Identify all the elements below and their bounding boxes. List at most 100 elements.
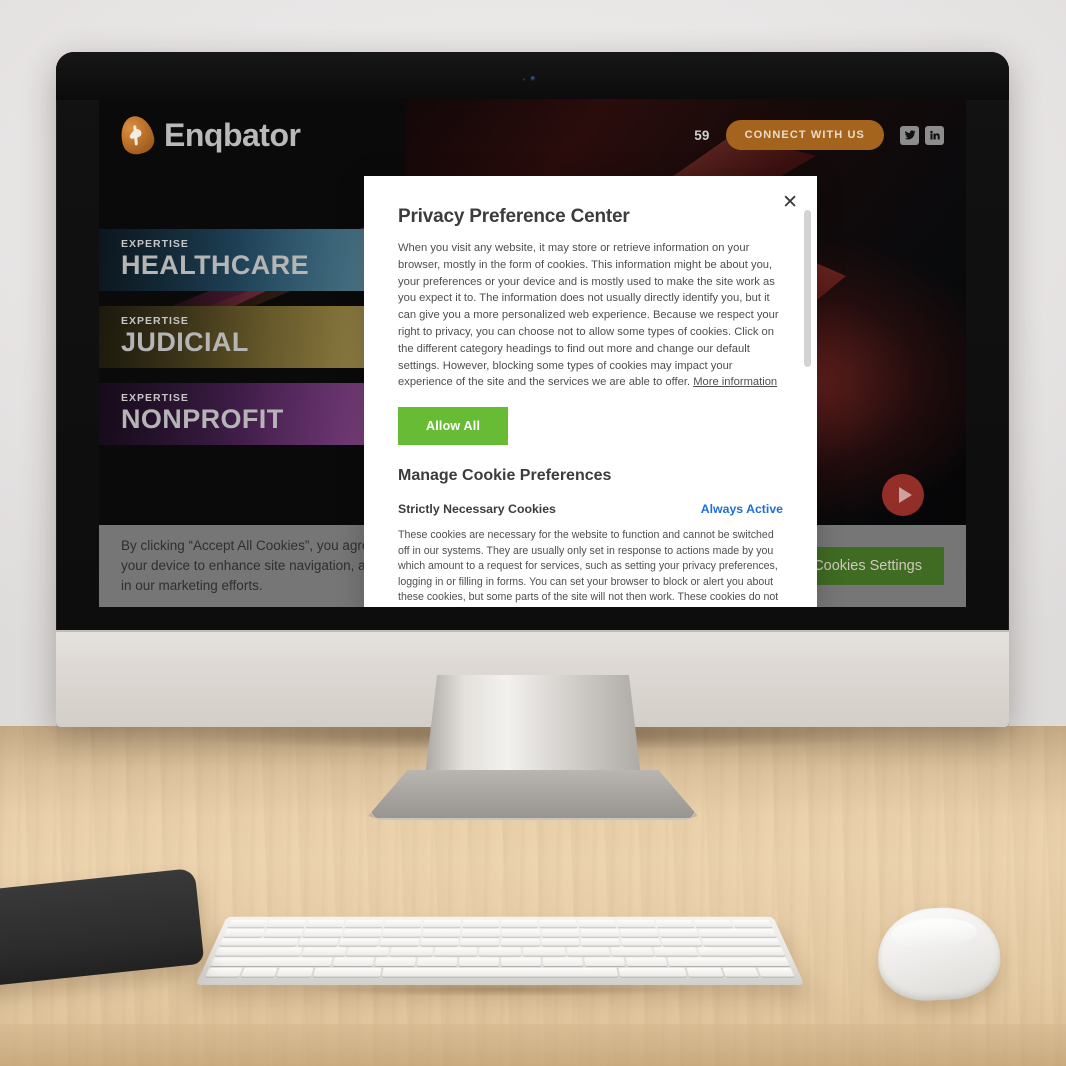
keyboard-key: [374, 957, 416, 967]
manage-cookie-preferences-heading: Manage Cookie Preferences: [398, 467, 612, 485]
keyboard-key-option: [276, 967, 314, 977]
keyboard-key: [345, 947, 390, 956]
keyboard-key: [542, 957, 584, 967]
header-phone-number[interactable]: 59: [694, 128, 709, 143]
keyboard-key: [478, 947, 522, 956]
keyboard-key: [223, 928, 265, 937]
keyboard-key: [584, 957, 626, 967]
site-logo[interactable]: Enqbator: [116, 112, 301, 158]
keyboard-key: [522, 947, 566, 956]
keyboard-key: [419, 938, 460, 947]
keyboard-keys: [205, 919, 795, 977]
keyboard-key-option-right: [686, 967, 724, 977]
expertise-card-nonprofit[interactable]: EXPERTISE NONPROFIT: [99, 383, 409, 445]
keyboard-key-space: [382, 967, 618, 977]
keyboard-key-command: [312, 967, 382, 977]
keyboard-row: [227, 919, 773, 928]
keyboard-key: [305, 919, 345, 928]
keyboard-key: [422, 928, 461, 937]
keyboard-key: [541, 938, 581, 947]
keyboard-key-arrow-right: [757, 967, 795, 977]
site-header: Enqbator 59 CONNECT WITH US: [99, 99, 966, 171]
expertise-card-healthcare[interactable]: EXPERTISE HEALTHCARE: [99, 229, 409, 291]
modal-scrollbar[interactable]: [804, 210, 811, 600]
cookie-category-header[interactable]: Strictly Necessary Cookies Always Active: [398, 499, 783, 519]
keyboard-key-caps: [214, 947, 303, 956]
keyboard-key: [416, 957, 458, 967]
keyboard-key: [577, 919, 617, 928]
always-active-status: Always Active: [700, 502, 783, 517]
keyboard-key-command-right: [618, 967, 688, 977]
keyboard-key-arrows: [722, 967, 759, 977]
keyboard-key: [434, 947, 478, 956]
keyboard-row: [219, 938, 781, 947]
keyboard-key: [379, 938, 420, 947]
modal-body: Privacy Preference Center When you visit…: [364, 176, 817, 607]
keyboard-key: [655, 919, 695, 928]
allow-all-button[interactable]: Allow All: [398, 407, 509, 446]
keyboard-key-tab: [219, 938, 299, 947]
social-links: [900, 125, 944, 145]
play-video-button[interactable]: [882, 474, 924, 516]
keyboard-key-shift-right: [667, 957, 790, 967]
keyboard-key-enter: [701, 938, 781, 947]
keyboard-key: [581, 938, 621, 947]
desktop-scene: Enqbator 59 CONNECT WITH US EXPERTISE HE…: [0, 0, 1066, 1066]
keyboard-key: [500, 919, 539, 928]
keyboard-key: [501, 928, 540, 937]
keyboard-key: [541, 928, 580, 937]
expertise-card-list: EXPERTISE HEALTHCARE EXPERTISE JUDICIAL …: [99, 229, 409, 460]
keyboard-key: [263, 928, 304, 937]
cookie-category-description: These cookies are necessary for the webs…: [398, 529, 779, 607]
linkedin-icon[interactable]: [925, 125, 944, 145]
keyboard-key: [654, 947, 699, 956]
keyboard-key-control: [241, 967, 278, 977]
keyboard[interactable]: [195, 916, 805, 985]
keyboard-row: [223, 928, 777, 937]
keyboard-key: [566, 947, 610, 956]
keyboard-key-return: [697, 947, 786, 956]
keyboard-key: [539, 919, 578, 928]
keyboard-key: [659, 928, 699, 937]
keyboard-key: [625, 957, 668, 967]
keyboard-key: [580, 928, 620, 937]
keyboard-row: [214, 947, 786, 956]
privacy-preference-center-modal: ✕ Privacy Preference Center When you vis…: [364, 176, 817, 607]
keyboard-key: [461, 919, 500, 928]
modal-intro-body: When you visit any website, it may store…: [398, 242, 779, 389]
monitor-stand-base: [368, 770, 698, 820]
keyboard-row: [210, 957, 790, 967]
keyboard-key: [462, 928, 501, 937]
desk-front-edge: [0, 1024, 1066, 1066]
keyboard-key: [661, 938, 702, 947]
scrollbar-thumb[interactable]: [804, 210, 811, 367]
keyboard-key: [342, 928, 383, 937]
modal-intro-text: When you visit any website, it may store…: [398, 240, 783, 391]
keyboard-key: [500, 938, 540, 947]
keyboard-key: [390, 947, 434, 956]
keyboard-key: [621, 938, 662, 947]
webcam-icon: [530, 76, 535, 81]
keyboard-row: [205, 967, 795, 977]
keyboard-key: [382, 928, 422, 937]
keyboard-key: [298, 938, 340, 947]
keyboard-key: [338, 938, 380, 947]
enqbator-seed-logo-icon: [116, 112, 158, 158]
modal-title: Privacy Preference Center: [398, 206, 630, 227]
keyboard-key: [344, 919, 384, 928]
connect-with-us-button[interactable]: CONNECT WITH US: [725, 120, 884, 150]
cookie-category-strictly-necessary: Strictly Necessary Cookies Always Active…: [398, 499, 783, 607]
keyboard-key: [303, 928, 343, 937]
logo-wordmark: Enqbator: [164, 116, 301, 153]
keyboard-key: [266, 919, 307, 928]
monitor-screen: Enqbator 59 CONNECT WITH US EXPERTISE HE…: [99, 99, 966, 607]
keyboard-key: [693, 919, 734, 928]
keyboard-key: [383, 919, 422, 928]
expertise-card-judicial[interactable]: EXPERTISE JUDICIAL: [99, 306, 409, 368]
keyboard-key: [501, 957, 542, 967]
keyboard-key: [422, 919, 461, 928]
cookie-category-name: Strictly Necessary Cookies: [398, 502, 556, 517]
twitter-icon[interactable]: [900, 125, 919, 145]
more-information-link[interactable]: More information: [693, 376, 777, 388]
keyboard-key-fn: [205, 967, 243, 977]
